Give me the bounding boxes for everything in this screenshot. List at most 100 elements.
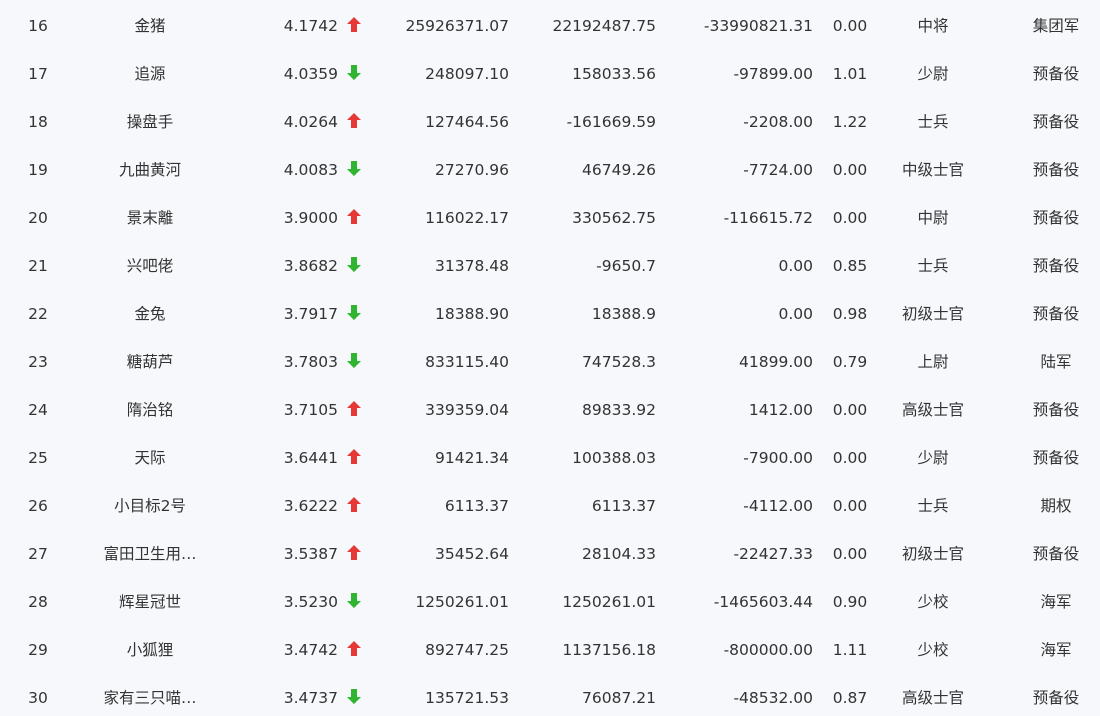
name-cell: 小目标2号 (114, 497, 186, 515)
table-row[interactable]: 17 追源 4.0359 248097.10 158033.56 -97899.00 1.0… (0, 50, 1100, 98)
ratio-cell: 0.87 (832, 689, 868, 707)
name-cell: 家有三只喵… (103, 689, 197, 707)
table-row[interactable]: 28 辉星冠世 3.5230 1250261.01 1250261.01 -1465603… (0, 578, 1100, 626)
value-1-cell: 833115.40 (425, 353, 509, 371)
value-1-cell: 18388.90 (435, 305, 509, 323)
score-cell: 3.7917 (283, 305, 338, 323)
table-row[interactable]: 16 金猪 4.1742 25926371.07 22192487.75 -3399082… (0, 2, 1100, 50)
arrow-up-icon (347, 545, 361, 560)
arrow-down-icon (347, 257, 361, 272)
name-cell: 追源 (134, 65, 166, 83)
score-cell: 4.0264 (283, 113, 338, 131)
trend-cell (346, 50, 362, 98)
table-row[interactable]: 30 家有三只喵… 3.4737 135721.53 76087.21 -48532.00… (0, 674, 1100, 716)
value-3-cell: -116615.72 (723, 209, 813, 227)
value-3-cell: -1465603.44 (713, 593, 813, 611)
arrow-up-icon (347, 401, 361, 416)
score-cell: 3.6222 (283, 497, 338, 515)
ratio-cell: 1.11 (832, 641, 868, 659)
value-2-cell: 747528.3 (582, 353, 656, 371)
table-row[interactable]: 21 兴吧佬 3.8682 31378.48 -9650.7 0.00 0.85 士兵 预备役 (0, 242, 1100, 290)
value-2-cell: 1137156.18 (562, 641, 656, 659)
rank-cell: 21 (28, 257, 48, 275)
score-cell: 3.7105 (283, 401, 338, 419)
table-row[interactable]: 26 小目标2号 3.6222 6113.37 6113.37 -4112.00 0.00 士… (0, 482, 1100, 530)
value-3-cell: -48532.00 (733, 689, 813, 707)
value-3-cell: 41899.00 (739, 353, 813, 371)
trend-cell (346, 338, 362, 386)
branch-cell: 预备役 (1032, 65, 1080, 83)
table-row[interactable]: 29 小狐狸 3.4742 892747.25 1137156.18 -800000.00… (0, 626, 1100, 674)
branch-cell: 预备役 (1032, 689, 1080, 707)
name-cell: 天际 (134, 449, 166, 467)
table-row[interactable]: 23 糖葫芦 3.7803 833115.40 747528.3 41899.00 0.79… (0, 338, 1100, 386)
rank-cell: 23 (28, 353, 48, 371)
rank-cell: 27 (28, 545, 48, 563)
table-row[interactable]: 20 景末離 3.9000 116022.17 330562.75 -116615.72 0… (0, 194, 1100, 242)
trend-cell (346, 386, 362, 434)
rank-cell: 18 (28, 113, 48, 131)
value-3-cell: -97899.00 (733, 65, 813, 83)
rank-title-cell: 中尉 (917, 209, 949, 227)
rank-title-cell: 初级士官 (901, 305, 964, 323)
arrow-up-icon (347, 17, 361, 32)
rank-title-cell: 少校 (917, 641, 949, 659)
table-row[interactable]: 19 九曲黄河 4.0083 27270.96 46749.26 -7724.00 0.00… (0, 146, 1100, 194)
value-1-cell: 135721.53 (425, 689, 509, 707)
value-2-cell: -9650.7 (596, 257, 656, 275)
value-3-cell: -7900.00 (743, 449, 813, 467)
trend-cell (346, 578, 362, 626)
arrow-down-icon (347, 353, 361, 368)
name-cell: 隋治铭 (126, 401, 174, 419)
value-1-cell: 339359.04 (425, 401, 509, 419)
value-1-cell: 127464.56 (425, 113, 509, 131)
score-cell: 3.9000 (283, 209, 338, 227)
trend-cell (346, 146, 362, 194)
rank-cell: 20 (28, 209, 48, 227)
trend-cell (346, 530, 362, 578)
branch-cell: 预备役 (1032, 305, 1080, 323)
arrow-up-icon (347, 497, 361, 512)
value-1-cell: 91421.34 (435, 449, 509, 467)
rank-cell: 22 (28, 305, 48, 323)
trend-cell (346, 434, 362, 482)
trend-cell (346, 626, 362, 674)
table-row[interactable]: 18 操盘手 4.0264 127464.56 -161669.59 -2208.00 1.… (0, 98, 1100, 146)
value-1-cell: 116022.17 (425, 209, 509, 227)
branch-cell: 集团军 (1032, 17, 1080, 35)
name-cell: 金兔 (134, 305, 166, 323)
ratio-cell: 0.00 (832, 17, 868, 35)
table-row[interactable]: 27 富田卫生用… 3.5387 35452.64 28104.33 -22427.33 0… (0, 530, 1100, 578)
value-2-cell: 22192487.75 (552, 17, 656, 35)
trend-cell (346, 242, 362, 290)
table-row[interactable]: 25 天际 3.6441 91421.34 100388.03 -7900.00 0.00 少… (0, 434, 1100, 482)
branch-cell: 海军 (1040, 593, 1072, 611)
score-cell: 3.7803 (283, 353, 338, 371)
arrow-down-icon (347, 593, 361, 608)
rank-title-cell: 高级士官 (901, 401, 964, 419)
value-2-cell: 46749.26 (582, 161, 656, 179)
ratio-cell: 1.22 (832, 113, 868, 131)
rank-title-cell: 少校 (917, 593, 949, 611)
branch-cell: 预备役 (1032, 257, 1080, 275)
name-cell: 糖葫芦 (126, 353, 174, 371)
ratio-cell: 0.00 (832, 545, 868, 563)
table-row[interactable]: 22 金兔 3.7917 18388.90 18388.9 0.00 0.98 初级士官 预备役 (0, 290, 1100, 338)
rank-cell: 16 (28, 17, 48, 35)
value-3-cell: -22427.33 (733, 545, 813, 563)
ratio-cell: 0.79 (832, 353, 868, 371)
value-2-cell: 100388.03 (572, 449, 656, 467)
rank-title-cell: 士兵 (917, 113, 949, 131)
name-cell: 辉星冠世 (118, 593, 181, 611)
arrow-down-icon (347, 689, 361, 704)
table-row[interactable]: 24 隋治铭 3.7105 339359.04 89833.92 1412.00 0.00 高… (0, 386, 1100, 434)
value-2-cell: -161669.59 (566, 113, 656, 131)
arrow-down-icon (347, 65, 361, 80)
value-2-cell: 1250261.01 (562, 593, 656, 611)
rank-cell: 17 (28, 65, 48, 83)
value-1-cell: 31378.48 (435, 257, 509, 275)
score-cell: 4.0083 (283, 161, 338, 179)
score-cell: 3.5387 (283, 545, 338, 563)
rank-cell: 29 (28, 641, 48, 659)
value-1-cell: 6113.37 (444, 497, 509, 515)
